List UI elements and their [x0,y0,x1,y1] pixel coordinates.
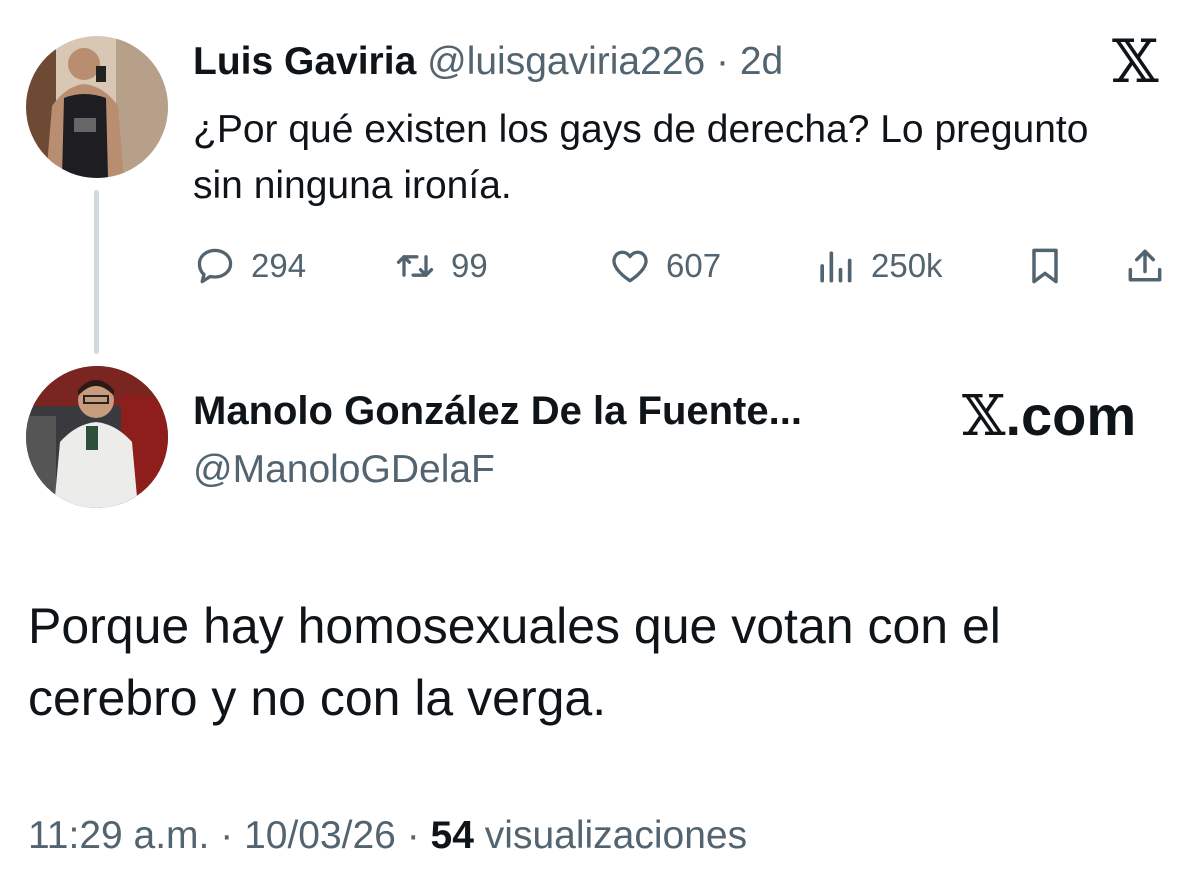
avatar-photo [26,36,168,178]
footer-separator: · [395,814,431,857]
tweet-age[interactable]: 2d [740,40,783,83]
retweet-count: 99 [451,247,488,284]
like-icon [612,250,648,283]
share-icon [1128,249,1162,282]
like-count: 607 [666,247,722,284]
like-button[interactable]: 607 [608,238,721,294]
bookmark-icon [1032,248,1058,284]
tweet-footer: 11:29 a.m. · 10/03/26 · 54 visualizacion… [28,808,747,864]
author-avatar[interactable] [26,366,168,508]
views-label: visualizaciones [473,814,748,857]
tweet1-text: ¿Por qué existen los gays de derecha? Lo… [193,108,1089,207]
tweet2-text: Porque hay homosexuales que votan con el… [28,598,1001,726]
author-handle[interactable]: @luisgaviria226 [427,40,705,83]
view-count: 250k [871,247,943,284]
x-com-suffix: .com [1005,384,1137,447]
author-avatar[interactable] [26,36,168,178]
tweet-actions-bar: 294 99 607 250k [193,238,1173,294]
retweet-icon [396,255,434,277]
thread-connector-line [94,190,99,354]
author-name[interactable]: Luis Gaviria [193,40,416,83]
x-com-logo: 𝕏.com [962,384,1136,449]
bookmark-button[interactable] [1023,238,1067,294]
author-handle[interactable]: @ManoloGDelaF [193,444,495,496]
views-icon [820,251,852,283]
retweet-button[interactable]: 99 [393,238,488,294]
x-logo-icon: 𝕏 [1112,27,1159,97]
footer-separator: · [209,814,245,857]
reply-icon [197,248,233,284]
reply-count: 294 [251,247,307,284]
avatar-photo [26,366,168,508]
share-button[interactable] [1123,238,1167,294]
reply-button[interactable]: 294 [193,238,306,294]
views-button[interactable]: 250k [813,238,943,294]
x-logo-icon: 𝕏 [962,384,1006,449]
meta-separator: · [705,40,740,83]
tweet-date[interactable]: 10/03/26 [244,814,396,857]
author-name[interactable]: Manolo González De la Fuente... [193,384,802,438]
tweet-time[interactable]: 11:29 a.m. [28,814,209,857]
view-count: 54 [430,814,474,857]
tweet1-header: Luis Gaviria @luisgaviria226 · 2d [193,36,783,88]
